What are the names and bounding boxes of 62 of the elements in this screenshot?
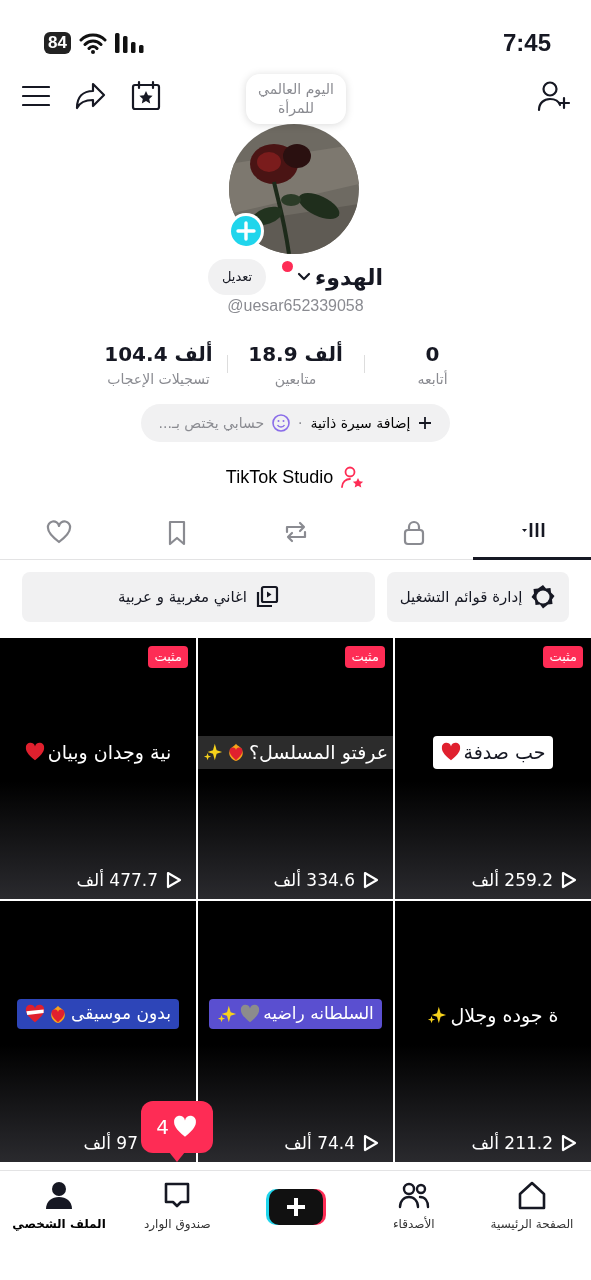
wifi-icon [78,32,107,54]
nav-tab[interactable]: الملف الشخصي [0,1171,118,1280]
nav-tab[interactable]: صندوق الوارد [118,1171,237,1280]
video-caption: السلطانه راضيه [263,1002,374,1025]
video-caption: نية وجدان وبيان [47,740,172,766]
stat-value: 104.4 ألف [103,340,214,368]
view-count: 74.4 ألف [284,1131,355,1155]
create-icon [265,1187,326,1227]
add-bio-button[interactable]: إضافة سيرة ذاتية · حسابي يختص بـ... [140,404,451,442]
notification-dot-icon [282,260,294,272]
playlist-icon [255,585,280,609]
view-count: 334.6 ألف [273,868,355,892]
pinned-badge: مثبت [345,646,385,668]
share-icon[interactable] [74,81,106,111]
tooltip: اليوم العالمي للمرأة [246,74,346,124]
stat-value: 18.9 ألف [247,340,344,368]
playlist-button[interactable]: إدارة قوائم التشغيل [387,572,569,622]
stat-label: متابعين [273,369,318,390]
home-icon [516,1179,548,1211]
bio-hint: حسابي يختص بـ... [158,413,265,434]
username-handle: @uesar652339058 [227,297,364,314]
edit-button[interactable]: تعديل [207,259,267,295]
heart-icon [45,518,73,546]
bandaged-heart-icon [25,1002,46,1025]
plus-icon [418,416,433,430]
heart-emoji-icon [240,1002,261,1025]
heart-icon [171,1115,198,1139]
person-icon [43,1179,75,1211]
view-count: 259.2 ألف [471,868,553,892]
notification-count: 4 [156,1114,169,1141]
profile-name: الهدوء [315,263,384,293]
nav-tab[interactable]: الصفحة الرئيسية [473,1171,591,1280]
gear-icon [530,584,557,610]
pinned-badge: مثبت [148,646,188,668]
nav-tab[interactable]: الأصدقاء [354,1171,473,1280]
battery-level: 84 [44,32,71,54]
signal-icon [114,33,145,53]
clock-time: 7:45 [502,28,551,58]
video-caption: بدون موسيقى [71,1002,171,1025]
pinned-badge: مثبت [543,646,583,668]
video-thumbnail[interactable]: مثبت نية وجدان وبيان 477.7 ألف [0,638,196,899]
view-count: 477.7 ألف [76,868,158,892]
bio-action: إضافة سيرة ذاتية [310,413,411,433]
studio-link[interactable]: TikTok Studio [225,463,366,491]
video-thumbnail[interactable]: مثبت حب صدفة 259.2 ألف [395,638,591,899]
add-friend-icon[interactable] [537,79,571,113]
view-count: 211.2 ألف [471,1131,553,1155]
smiley-icon [272,414,291,432]
video-caption: حب صدفة [463,740,546,765]
video-caption: ة جوده وجلال [450,1003,559,1029]
video-thumbnail[interactable]: ة جوده وجلال 211.2 ألف [395,901,591,1162]
video-thumbnail[interactable]: السلطانه راضيه 74.4 ألف [198,901,393,1162]
stat-label: أتابعه [416,369,449,389]
stat-label: تسجيلات الإعجاب [106,369,211,389]
separator-dot: · [298,413,303,433]
menu-icon[interactable] [22,84,50,108]
view-count: 97 ألف [83,1131,138,1155]
video-thumbnail[interactable]: مثبت عرفتو المسلسل؟ 334.6 ألف [198,638,393,899]
chevron-down-icon[interactable] [297,272,312,282]
stat-value: 0 [424,340,441,368]
playlist-button[interactable]: اغاني مغربية و عربية [22,572,375,622]
video-caption: عرفتو المسلسل؟ [248,740,389,766]
